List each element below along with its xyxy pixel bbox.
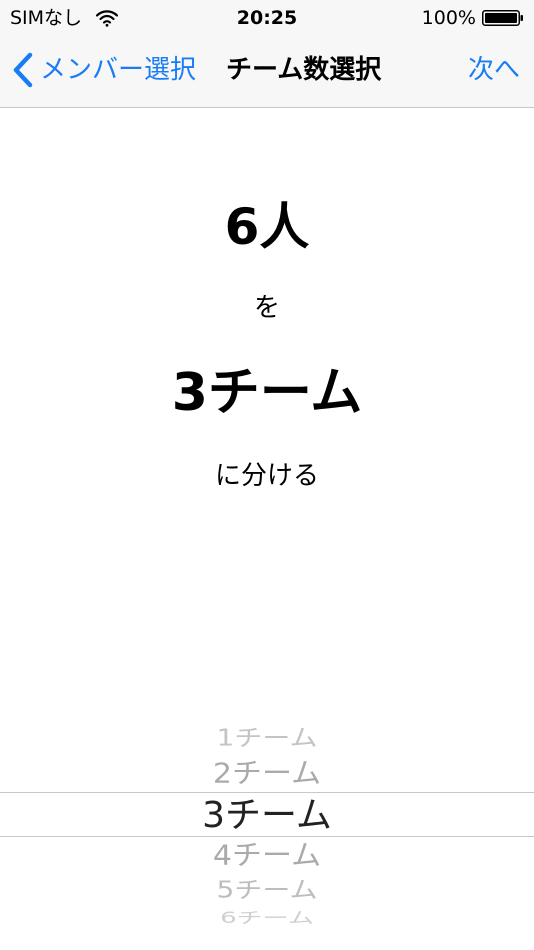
picker-option[interactable]: 4チーム — [0, 839, 534, 874]
picker-option[interactable]: 5チーム — [0, 875, 534, 905]
picker-option[interactable]: 1チーム — [0, 723, 534, 753]
picker-option-selected[interactable]: 3チーム — [0, 795, 534, 837]
particle-label: を — [253, 293, 280, 323]
navigation-bar: メンバー選択 チーム数選択 次へ — [0, 36, 534, 107]
back-button[interactable]: メンバー選択 — [12, 50, 196, 90]
people-count: 6人 — [224, 198, 310, 256]
status-bar: SIMなし 20:25 100% — [0, 0, 534, 36]
picker-option[interactable]: 6チーム — [0, 909, 534, 927]
screen: SIMなし 20:25 100% メンバー選択 チーム数選択 次へ 6人 を 3… — [0, 0, 534, 950]
battery-icon — [482, 10, 523, 26]
chevron-left-icon — [13, 52, 33, 88]
picker-selection-top-line — [0, 792, 534, 793]
battery-percentage: 100% — [421, 7, 476, 29]
back-button-label: メンバー選択 — [40, 55, 197, 85]
team-count: 3チーム — [171, 363, 363, 423]
page-title: チーム数選択 — [226, 55, 382, 85]
picker-option[interactable]: 2チーム — [0, 757, 534, 792]
next-button[interactable]: 次へ — [468, 50, 520, 90]
divide-label: に分ける — [214, 461, 319, 491]
team-count-picker[interactable]: 1チーム 2チーム 3チーム 4チーム 5チーム 6チーム — [0, 715, 534, 940]
top-bar: SIMなし 20:25 100% メンバー選択 チーム数選択 次へ — [0, 0, 534, 108]
